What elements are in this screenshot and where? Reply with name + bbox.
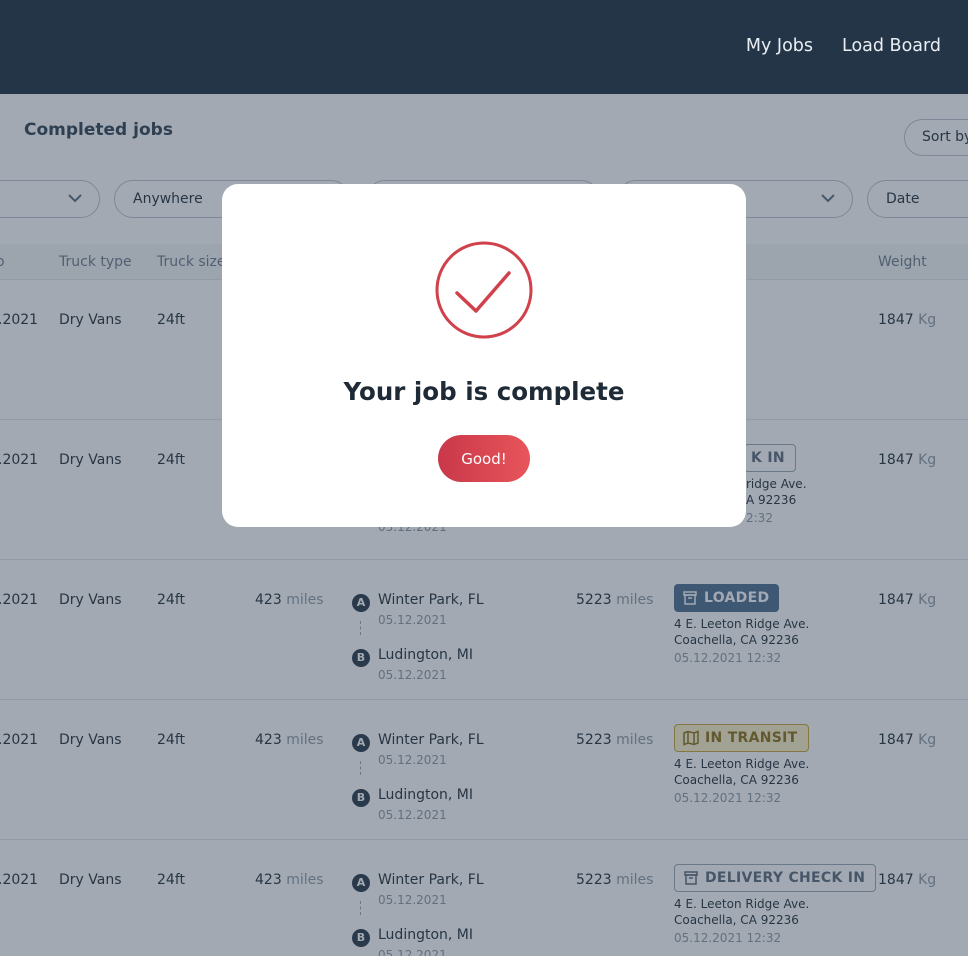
nav-load-board[interactable]: Load Board [842,36,941,56]
nav-my-jobs[interactable]: My Jobs [746,36,813,56]
check-circle-icon [435,241,533,339]
good-button[interactable]: Good! [438,435,530,482]
job-complete-modal: Your job is complete Good! [222,184,746,527]
top-navigation-bar: My Jobs Load Board [0,0,968,94]
modal-title: Your job is complete [343,377,625,406]
top-nav: My Jobs Load Board [746,36,941,56]
